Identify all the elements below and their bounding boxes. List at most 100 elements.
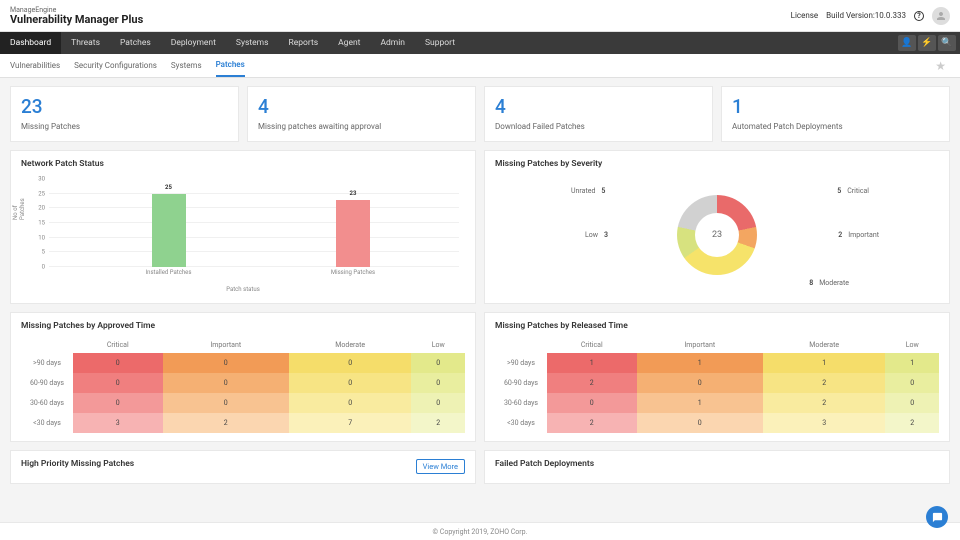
heat-header: Critical Important Moderate Low — [495, 337, 939, 353]
sub-nav: Vulnerabilities Security Configurations … — [0, 54, 960, 78]
donut-ring[interactable]: 23 — [677, 195, 757, 275]
y-tick: 10 — [38, 234, 45, 241]
help-icon[interactable]: ? — [914, 11, 924, 21]
kpi-row: 23 Missing Patches 4 Missing patches awa… — [10, 86, 950, 142]
nav-patches[interactable]: Patches — [110, 32, 161, 54]
search-icon[interactable]: 🔍 — [938, 35, 956, 51]
subnav-systems[interactable]: Systems — [171, 55, 202, 76]
kpi-auto-deployments[interactable]: 1 Automated Patch Deployments — [721, 86, 950, 142]
nav-support[interactable]: Support — [415, 32, 465, 54]
kpi-download-failed[interactable]: 4 Download Failed Patches — [484, 86, 713, 142]
heat-released: Critical Important Moderate Low >90 days… — [495, 337, 939, 433]
nav-dashboard[interactable]: Dashboard — [0, 32, 61, 54]
grid-line — [49, 251, 459, 252]
grid-line — [49, 237, 459, 238]
app-header: ManageEngine Vulnerability Manager Plus … — [0, 0, 960, 32]
heat-row: >90 days 1 1 1 1 — [495, 353, 939, 373]
panel-high-priority: View More High Priority Missing Patches — [10, 450, 476, 484]
nav-deployment[interactable]: Deployment — [161, 32, 226, 54]
nav-systems[interactable]: Systems — [226, 32, 279, 54]
heat-row: 60-90 days 0 0 0 0 — [21, 373, 465, 393]
y-axis: No of Patches 0 5 10 15 20 25 30 — [21, 179, 47, 267]
view-more-button[interactable]: View More — [416, 459, 465, 474]
footer-text: © Copyright 2019, ZOHO Corp. — [433, 528, 528, 536]
kpi-value: 4 — [495, 95, 702, 118]
kpi-label: Download Failed Patches — [495, 122, 702, 131]
donut-label-important: 2Important — [838, 231, 879, 239]
panel-title: Missing Patches by Approved Time — [21, 321, 465, 331]
main-nav: Dashboard Threats Patches Deployment Sys… — [0, 32, 960, 54]
col-low: Low — [411, 337, 465, 353]
col-important: Important — [637, 337, 763, 353]
subnav-security-config[interactable]: Security Configurations — [74, 55, 157, 76]
grid-line — [49, 222, 459, 223]
col-important: Important — [163, 337, 289, 353]
kpi-value: 23 — [21, 95, 228, 118]
bottom-row: View More High Priority Missing Patches … — [10, 450, 950, 484]
panel-missing-by-severity: Missing Patches by Severity 23 5Critical… — [484, 150, 950, 304]
bar-value: 23 — [336, 190, 370, 197]
panel-title: Missing Patches by Released Time — [495, 321, 939, 331]
bar-value: 25 — [152, 184, 186, 191]
heat-row: 60-90 days 2 0 2 0 — [495, 373, 939, 393]
donut-label-unrated: Unrated5 — [571, 187, 605, 195]
col-moderate: Moderate — [763, 337, 885, 353]
bar-category: Installed Patches — [109, 269, 229, 276]
nav-threats[interactable]: Threats — [61, 32, 110, 54]
content-area: 23 Missing Patches 4 Missing patches awa… — [0, 78, 960, 540]
y-tick: 0 — [42, 264, 45, 271]
panel-title: Missing Patches by Severity — [495, 159, 939, 169]
grid-line — [49, 207, 459, 208]
chat-fab[interactable] — [926, 506, 948, 528]
notification-icon[interactable]: 👤 — [898, 35, 916, 51]
kpi-awaiting-approval[interactable]: 4 Missing patches awaiting approval — [247, 86, 476, 142]
grid-line — [49, 266, 459, 267]
panel-title: High Priority Missing Patches — [21, 459, 465, 469]
grid-line — [49, 193, 459, 194]
nav-agent[interactable]: Agent — [328, 32, 370, 54]
nav-reports[interactable]: Reports — [279, 32, 329, 54]
user-avatar[interactable] — [932, 7, 950, 25]
heat-row: 30-60 days 0 0 0 0 — [21, 393, 465, 413]
donut-label-moderate: 8Moderate — [809, 279, 849, 287]
favorite-icon[interactable]: ★ — [935, 59, 946, 73]
kpi-label: Missing patches awaiting approval — [258, 122, 465, 131]
col-low: Low — [885, 337, 939, 353]
donut-chart: 23 5Critical 2Important 8Moderate Low3 U… — [495, 175, 939, 295]
heat-approved: Critical Important Moderate Low >90 days… — [21, 337, 465, 433]
kpi-label: Automated Patch Deployments — [732, 122, 939, 131]
heatmap-row: Missing Patches by Approved Time Critica… — [10, 312, 950, 442]
nav-admin[interactable]: Admin — [370, 32, 415, 54]
brand-logo: ManageEngine Vulnerability Manager Plus — [10, 7, 143, 25]
y-axis-label: No of Patches — [12, 192, 26, 220]
heat-row: >90 days 0 0 0 0 — [21, 353, 465, 373]
panel-failed-deployments: Failed Patch Deployments — [484, 450, 950, 484]
y-tick: 30 — [38, 176, 45, 183]
y-tick: 5 — [42, 249, 45, 256]
heat-row: <30 days 3 2 7 2 — [21, 413, 465, 433]
panel-network-patch-status: Network Patch Status No of Patches 0 5 1… — [10, 150, 476, 304]
subnav-vulnerabilities[interactable]: Vulnerabilities — [10, 55, 60, 76]
col-moderate: Moderate — [289, 337, 411, 353]
panel-approved-time: Missing Patches by Approved Time Critica… — [10, 312, 476, 442]
bar-installed[interactable]: 25 Installed Patches — [152, 194, 186, 267]
nav-left: Dashboard Threats Patches Deployment Sys… — [0, 32, 465, 54]
panel-title: Failed Patch Deployments — [495, 459, 939, 469]
quick-action-icon[interactable]: ⚡ — [918, 35, 936, 51]
kpi-missing-patches[interactable]: 23 Missing Patches — [10, 86, 239, 142]
license-link[interactable]: License — [791, 11, 818, 20]
nav-right: 👤 ⚡ 🔍 — [898, 32, 956, 54]
bar-missing[interactable]: 23 Missing Patches — [336, 200, 370, 267]
heat-row: <30 days 2 0 3 2 — [495, 413, 939, 433]
kpi-value: 1 — [732, 95, 939, 118]
y-tick: 20 — [38, 205, 45, 212]
footer: © Copyright 2019, ZOHO Corp. — [0, 522, 960, 540]
col-critical: Critical — [73, 337, 163, 353]
donut-total: 23 — [677, 195, 757, 275]
donut-label-critical: 5Critical — [837, 187, 869, 195]
subnav-patches[interactable]: Patches — [216, 54, 245, 77]
build-version: Build Version:10.0.333 — [826, 11, 906, 20]
kpi-value: 4 — [258, 95, 465, 118]
charts-row: Network Patch Status No of Patches 0 5 1… — [10, 150, 950, 304]
panel-title: Network Patch Status — [21, 159, 465, 169]
